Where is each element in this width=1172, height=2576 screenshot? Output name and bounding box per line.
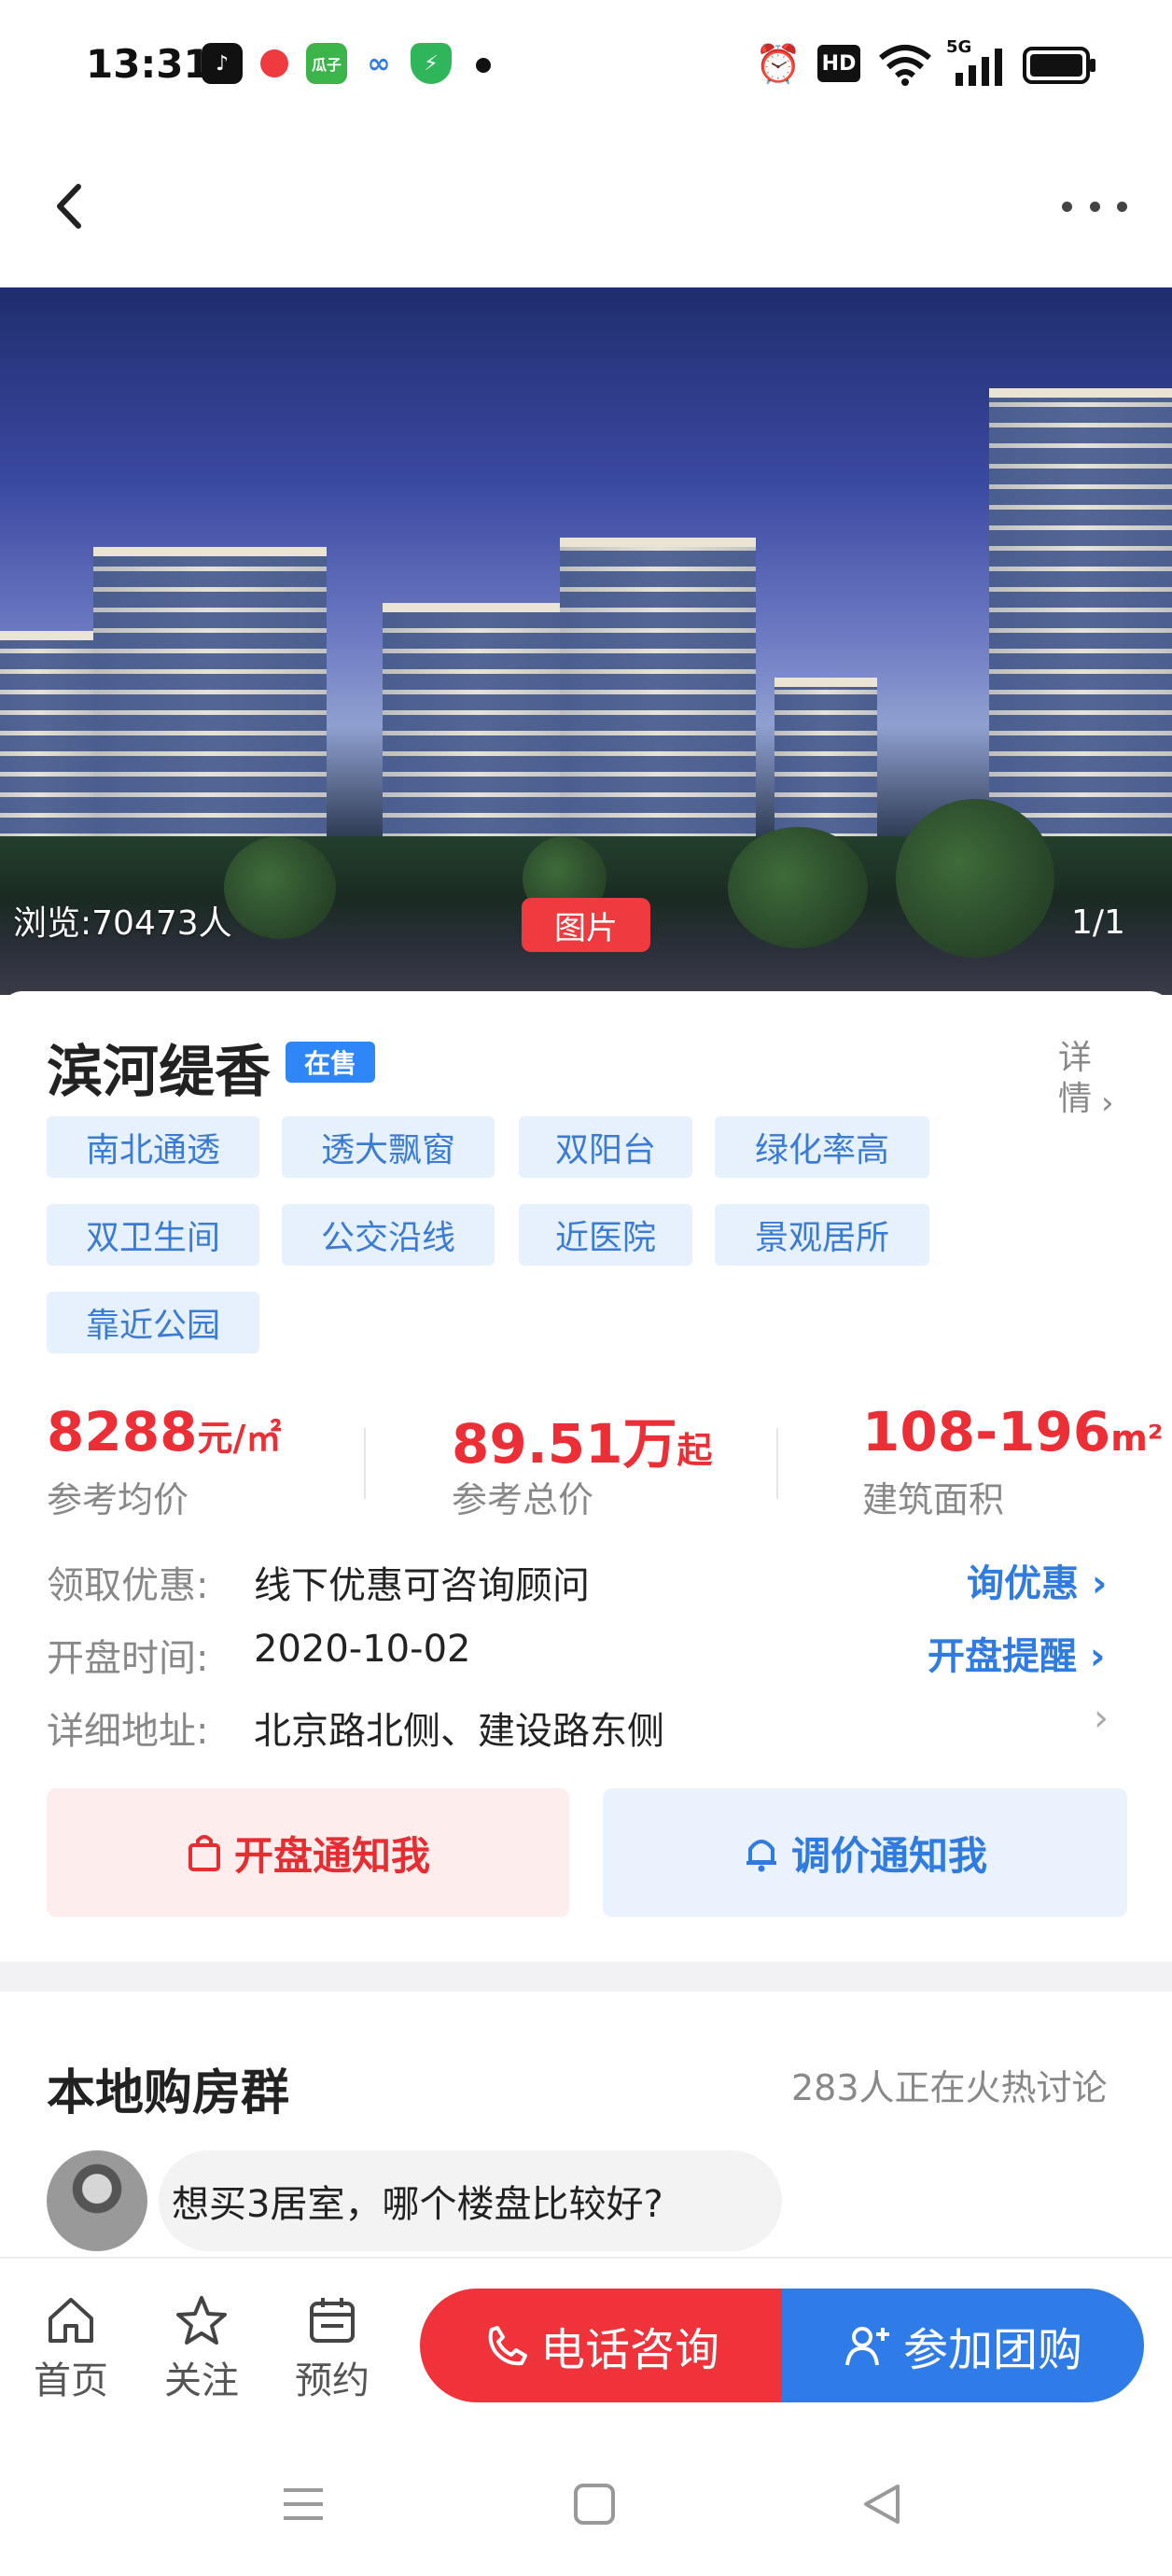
discount-value: 线下优惠可咨询顾问	[254, 1564, 590, 1607]
feature-tag: 绿化率高	[715, 1116, 929, 1178]
notify-open-label: 开盘通知我	[233, 1832, 430, 1879]
avg-price-value: 8288	[47, 1400, 198, 1463]
ask-discount-link[interactable]: 询优惠 ›	[967, 1553, 1107, 1607]
tab-book[interactable]: 预约	[286, 2292, 379, 2404]
avg-price-unit: 元/㎡	[197, 1418, 282, 1459]
project-title: 滨河缇香	[47, 1040, 271, 1105]
tiktok-icon: ♪	[202, 43, 243, 84]
add-user-icon	[844, 2327, 889, 2366]
tab-follow-label: 关注	[164, 2359, 239, 2402]
notify-price-button[interactable]: 调价通知我	[603, 1788, 1127, 1917]
feature-tag: 靠近公园	[47, 1292, 259, 1353]
total-price: 89.51万起	[452, 1400, 712, 1478]
total-price-unit: 起	[677, 1430, 713, 1471]
join-group-buy-button[interactable]: 参加团购	[782, 2289, 1144, 2402]
menu-icon[interactable]	[282, 2483, 325, 2529]
detail-label: 详情	[1058, 1039, 1093, 1118]
area-value: 108-196	[862, 1400, 1111, 1463]
tab-book-label: 预约	[295, 2359, 370, 2402]
join-group-buy-label: 参加团购	[902, 2324, 1082, 2376]
address-value: 北京路北侧、建设路东侧	[254, 1710, 664, 1753]
status-time: 13:31	[86, 41, 211, 87]
address-label: 详细地址:	[47, 1710, 209, 1753]
section-title: 本地购房群	[47, 2065, 290, 2121]
feature-tag: 近医院	[519, 1204, 692, 1266]
hd-icon: HD	[817, 45, 860, 82]
notify-price-label: 调价通知我	[790, 1832, 987, 1879]
avg-price: 8288元/㎡	[47, 1400, 281, 1463]
detail-link[interactable]: 详情 ›	[1058, 1038, 1123, 1122]
feature-tag: 景观居所	[715, 1204, 929, 1266]
notification-dot-icon	[476, 58, 491, 73]
divider	[364, 1428, 366, 1499]
feature-tag: 南北通透	[47, 1116, 259, 1178]
cloud-app-icon: ∞	[358, 43, 399, 84]
home-square-icon[interactable]	[573, 2483, 616, 2529]
home-icon	[49, 2298, 93, 2343]
area: 108-196m²	[862, 1400, 1163, 1463]
security-shield-icon: ⚡	[411, 43, 452, 84]
feature-tag: 双阳台	[519, 1116, 692, 1178]
tab-follow[interactable]: 关注	[155, 2292, 248, 2404]
total-price-label: 参考总价	[452, 1479, 594, 1520]
alarm-icon: ⏰	[755, 42, 802, 86]
battery-icon	[1023, 47, 1097, 88]
phone-consult-label: 电话咨询	[539, 2324, 719, 2376]
back-icon[interactable]	[41, 174, 106, 239]
area-unit: m²	[1110, 1418, 1164, 1459]
star-icon	[176, 2296, 227, 2345]
notify-open-button[interactable]: 开盘通知我	[47, 1788, 569, 1917]
project-photo[interactable]	[0, 287, 1172, 995]
address-chevron-icon[interactable]: ›	[1094, 1697, 1109, 1740]
calendar-icon	[310, 2298, 355, 2343]
open-time-label: 开盘时间:	[47, 1637, 209, 1680]
ask-discount-label: 询优惠	[967, 1562, 1079, 1605]
tab-home[interactable]: 首页	[24, 2292, 118, 2404]
open-time-value: 2020-10-02	[254, 1628, 471, 1671]
area-label: 建筑面积	[862, 1479, 1005, 1520]
video-app-icon	[254, 43, 295, 84]
discount-label: 领取优惠:	[47, 1564, 209, 1607]
avatar	[47, 2150, 147, 2251]
status-badge: 在售	[286, 1042, 375, 1083]
phone-consult-button[interactable]: 电话咨询	[420, 2289, 784, 2402]
open-reminder-label: 开盘提醒	[928, 1635, 1077, 1678]
signal-icon	[950, 49, 1006, 90]
total-price-value: 89.51万	[452, 1412, 677, 1476]
views-count: 浏览:70473人	[13, 904, 232, 943]
feature-tag: 透大飘窗	[282, 1116, 495, 1178]
chevron-right-icon: ›	[1101, 1085, 1114, 1122]
guazi-app-icon: 瓜子	[306, 43, 347, 84]
bag-icon	[188, 1835, 220, 1871]
tab-home-label: 首页	[34, 2359, 108, 2402]
section-divider	[0, 1962, 1172, 1992]
chevron-right-icon: ›	[1079, 1562, 1108, 1605]
photo-pager: 1/1	[1071, 903, 1125, 942]
divider	[776, 1428, 778, 1499]
phone-icon	[488, 2326, 527, 2366]
chevron-right-icon: ›	[1077, 1635, 1106, 1678]
more-icon[interactable]	[1062, 192, 1127, 220]
avg-price-label: 参考均价	[47, 1479, 189, 1520]
wifi-icon	[877, 43, 933, 90]
back-triangle-icon[interactable]	[860, 2483, 903, 2529]
top-nav	[0, 131, 1172, 287]
bell-icon	[746, 1840, 776, 1872]
feature-tag: 双卫生间	[47, 1204, 259, 1266]
discussion-count: 283人正在火热讨论	[791, 2067, 1108, 2108]
chat-message[interactable]: 想买3居室，哪个楼盘比较好?	[159, 2150, 782, 2251]
feature-tag: 公交沿线	[282, 1204, 495, 1266]
picture-tab-button[interactable]: 图片	[522, 898, 650, 952]
open-reminder-link[interactable]: 开盘提醒 ›	[928, 1626, 1105, 1680]
